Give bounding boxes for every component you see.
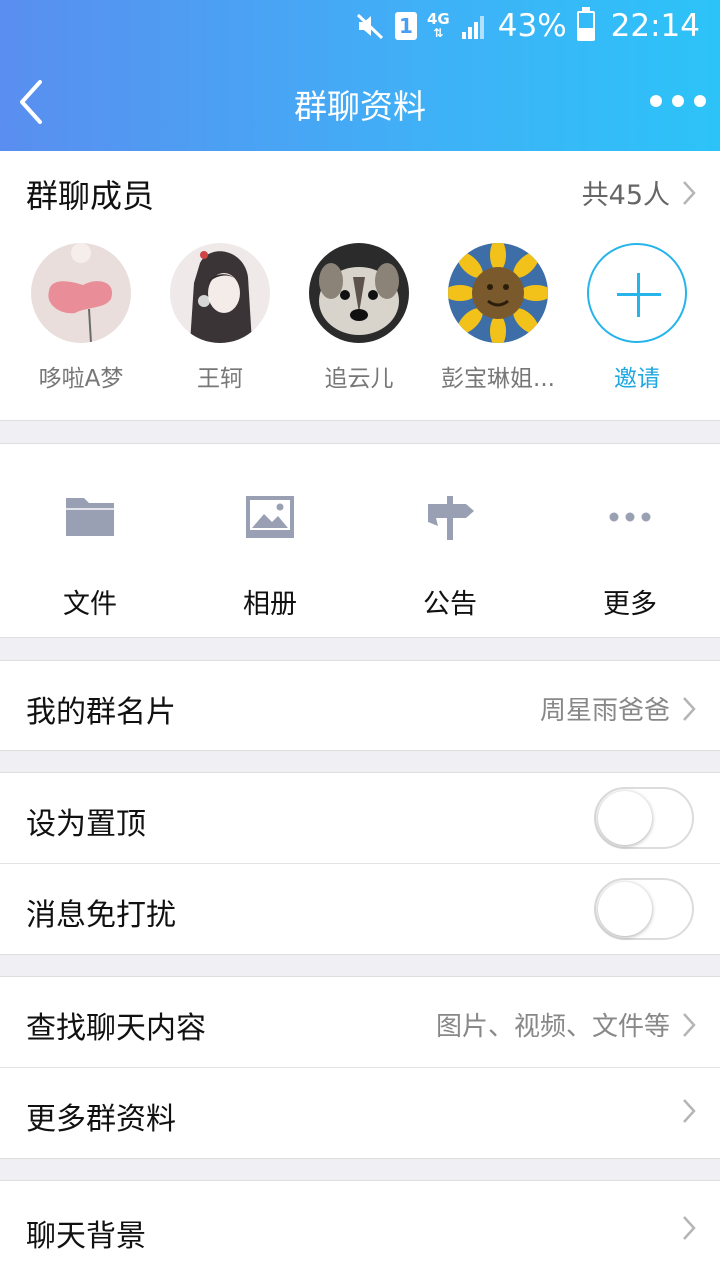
files-button[interactable]: 文件: [0, 444, 180, 639]
sim-icon: 1: [395, 12, 417, 40]
clock: 22:14: [610, 8, 700, 44]
avatar: [31, 243, 131, 343]
more-info-label: 更多群资料: [26, 1102, 176, 1137]
member-name: 追云儿: [324, 366, 394, 392]
nav-bar: 群聊资料: [0, 52, 720, 151]
chevron-right-icon: [683, 1012, 696, 1037]
notice-button[interactable]: 公告: [360, 444, 540, 639]
tools-section: 文件 相册 公告 更多: [0, 443, 720, 638]
dot-icon: [672, 95, 684, 107]
search-history-row[interactable]: 查找聊天内容 图片、视频、文件等: [0, 976, 720, 1067]
pin-toggle[interactable]: [594, 787, 694, 849]
more-info-row[interactable]: 更多群资料: [0, 1068, 720, 1159]
member-name: 哆啦A梦: [38, 366, 124, 392]
avatar: [448, 243, 548, 343]
network-type: 4G ⇅: [427, 10, 450, 41]
invite-label: 邀请: [614, 366, 660, 392]
group-card-row[interactable]: 我的群名片 周星雨爸爸: [0, 660, 720, 751]
folder-icon: [66, 498, 114, 536]
status-bar: 1 4G ⇅ 43% 22:14: [0, 0, 720, 52]
chevron-right-icon: [683, 1099, 696, 1123]
member-name: 彭宝琳姐...: [441, 366, 555, 392]
search-history-hint: 图片、视频、文件等: [435, 1012, 670, 1042]
member-item[interactable]: 王轲: [150, 243, 290, 393]
chevron-right-icon: [683, 696, 696, 721]
signal-icon: [461, 16, 484, 39]
pin-row: 设为置顶: [0, 772, 720, 863]
image-icon: [246, 496, 294, 538]
group-card-label: 我的群名片: [26, 695, 176, 730]
signpost-icon: [428, 496, 474, 540]
files-label: 文件: [63, 589, 117, 620]
battery-icon: [576, 7, 595, 41]
chevron-right-icon: [683, 1216, 696, 1240]
chevron-right-icon: [683, 180, 696, 205]
members-section: 群聊成员 共45人 哆啦A梦 王轲 追云儿 彭宝琳姐... 邀请: [0, 151, 720, 421]
battery-percent: 43%: [497, 8, 567, 44]
member-item[interactable]: 哆啦A梦: [11, 243, 151, 393]
more-label: 更多: [603, 589, 657, 620]
album-button[interactable]: 相册: [180, 444, 360, 639]
mute-icon: [356, 13, 384, 40]
header: 1 4G ⇅ 43% 22:14 群聊资料: [0, 0, 720, 151]
invite-button[interactable]: 邀请: [567, 243, 707, 393]
members-count-link[interactable]: 共45人: [582, 173, 698, 212]
more-tools-button[interactable]: 更多: [540, 444, 720, 639]
mute-label: 消息免打扰: [26, 898, 176, 933]
plus-icon: [587, 243, 687, 343]
album-label: 相册: [243, 589, 297, 620]
chat-background-label: 聊天背景: [26, 1219, 146, 1254]
avatar: [309, 243, 409, 343]
mute-toggle[interactable]: [594, 878, 694, 940]
member-item[interactable]: 彭宝琳姐...: [428, 243, 568, 393]
page-title: 群聊资料: [294, 87, 426, 126]
dot-icon: [650, 95, 662, 107]
pin-label: 设为置顶: [26, 807, 146, 842]
toggle-knob: [598, 882, 652, 936]
mute-row: 消息免打扰: [0, 864, 720, 955]
members-title: 群聊成员: [26, 177, 155, 215]
dot-icon: [694, 95, 706, 107]
search-history-label: 查找聊天内容: [26, 1011, 206, 1046]
toggle-knob: [598, 791, 652, 845]
notice-label: 公告: [423, 589, 477, 620]
ellipsis-icon: [609, 512, 651, 522]
avatar: [170, 243, 270, 343]
member-name: 王轲: [197, 366, 243, 392]
chat-background-row[interactable]: 聊天背景: [0, 1180, 720, 1280]
more-menu-button[interactable]: [650, 88, 706, 114]
member-count-label: 共45人: [581, 180, 670, 211]
group-card-value: 周星雨爸爸: [539, 696, 670, 726]
member-item[interactable]: 追云儿: [289, 243, 429, 393]
